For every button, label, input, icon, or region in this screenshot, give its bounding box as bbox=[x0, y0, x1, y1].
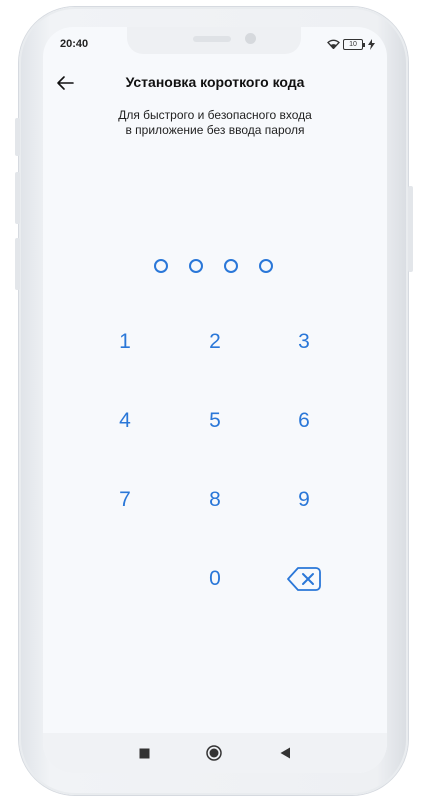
display-notch bbox=[127, 27, 301, 54]
system-nav-bar bbox=[43, 733, 387, 773]
pin-dot bbox=[259, 259, 273, 273]
recent-apps-button[interactable] bbox=[136, 745, 152, 761]
keypad-key-2[interactable]: 2 bbox=[185, 317, 245, 367]
back-icon bbox=[280, 747, 290, 759]
keypad-key-5[interactable]: 5 bbox=[185, 396, 245, 446]
recent-apps-icon bbox=[139, 748, 149, 758]
front-camera bbox=[245, 33, 256, 44]
home-icon bbox=[206, 745, 222, 761]
wifi-icon bbox=[327, 39, 340, 49]
charging-icon bbox=[368, 38, 375, 50]
nav-back-button[interactable] bbox=[277, 745, 293, 761]
backspace-icon bbox=[287, 567, 321, 591]
keypad-key-9[interactable]: 9 bbox=[274, 475, 334, 525]
keypad-key-4[interactable]: 4 bbox=[95, 396, 155, 446]
subtitle-line: в приложение без ввода пароля bbox=[125, 123, 305, 137]
battery-icon: 10 bbox=[343, 38, 365, 50]
speaker-grille bbox=[193, 36, 231, 42]
header: Установка короткого кода bbox=[43, 69, 387, 97]
page-subtitle: Для быстрого и безопасного входа в прило… bbox=[63, 108, 367, 138]
pin-indicator bbox=[154, 259, 273, 273]
keypad-key-7[interactable]: 7 bbox=[95, 475, 155, 525]
app-screen: 20:40 10 Установка короткого кода Для бы… bbox=[43, 27, 387, 773]
keypad-key-6[interactable]: 6 bbox=[274, 396, 334, 446]
keypad-key-1[interactable]: 1 bbox=[95, 317, 155, 367]
phone-side-button bbox=[15, 118, 20, 156]
page-title: Установка короткого кода bbox=[125, 74, 305, 90]
keypad-key-8[interactable]: 8 bbox=[185, 475, 245, 525]
phone-side-button bbox=[15, 172, 20, 224]
phone-side-button bbox=[408, 186, 413, 272]
keypad-key-3[interactable]: 3 bbox=[274, 317, 334, 367]
battery-level: 10 bbox=[349, 40, 357, 48]
status-time: 20:40 bbox=[60, 38, 89, 50]
subtitle-line: Для быстрого и безопасного входа bbox=[118, 108, 312, 122]
pin-dot bbox=[189, 259, 203, 273]
status-icons: 10 bbox=[327, 37, 375, 51]
pin-dot bbox=[154, 259, 168, 273]
keypad-key-0[interactable]: 0 bbox=[185, 554, 245, 604]
phone-side-button bbox=[15, 238, 20, 290]
home-button[interactable] bbox=[206, 745, 222, 761]
backspace-button[interactable] bbox=[274, 554, 334, 604]
pin-dot bbox=[224, 259, 238, 273]
